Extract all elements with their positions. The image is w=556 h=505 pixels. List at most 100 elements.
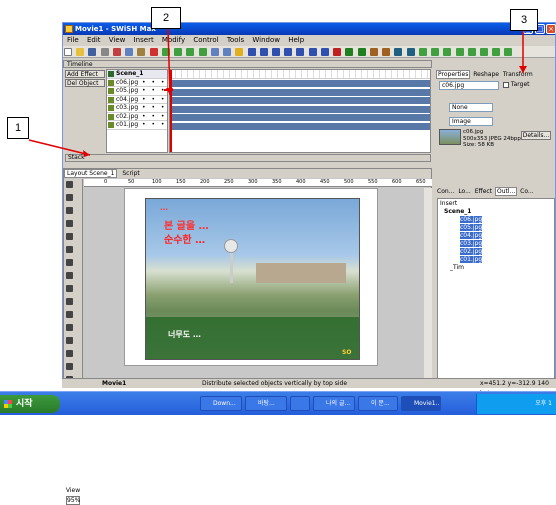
fill-style-select[interactable]: Image [449, 117, 493, 126]
help-icon[interactable] [235, 48, 244, 56]
task-my-writing[interactable]: 나의 글... [313, 396, 355, 411]
stage-photo[interactable]: … 본 글을 … 순수한 … 너무도 … SO [145, 198, 360, 360]
zoom-icon[interactable] [479, 48, 488, 56]
end-icon[interactable] [320, 48, 329, 56]
playhead[interactable] [170, 70, 172, 152]
bezier-tool-icon[interactable] [66, 285, 73, 292]
add-effect-button[interactable]: Add Effect [67, 71, 98, 78]
move-down-icon[interactable] [174, 48, 183, 56]
hand-tool-icon[interactable] [66, 363, 73, 370]
select-tool-icon[interactable] [66, 181, 73, 188]
task-doc[interactable]: 이 문... [358, 396, 398, 411]
menu-help[interactable]: Help [288, 36, 304, 44]
outline-item[interactable]: c05.jpg [460, 224, 483, 231]
tab-content[interactable]: Con... [436, 188, 455, 195]
outline-item[interactable]: c03.jpg [460, 240, 483, 247]
grid-icon[interactable] [431, 48, 440, 56]
frame-bar[interactable] [170, 122, 430, 130]
play-icon[interactable] [259, 48, 268, 56]
menu-window[interactable]: Window [252, 36, 280, 44]
menu-tools[interactable]: Tools [227, 36, 244, 44]
start-button[interactable]: 시작 [0, 395, 60, 413]
frame-bar[interactable] [170, 105, 430, 113]
export-icon[interactable] [345, 48, 354, 56]
step-back-icon[interactable] [296, 48, 305, 56]
rectangle-tool-icon[interactable] [66, 311, 73, 318]
details-button[interactable]: Details... [521, 131, 551, 140]
fill-transform-icon[interactable] [66, 220, 73, 227]
timeline-scene-row[interactable]: Scene_1 [107, 70, 167, 79]
publish-icon[interactable] [406, 48, 415, 56]
line-tool-icon[interactable] [66, 259, 73, 266]
send-back-icon[interactable] [198, 48, 207, 56]
browser-icon[interactable] [394, 48, 403, 56]
hand-icon[interactable] [492, 48, 501, 56]
status-tab[interactable]: Movie1 [102, 379, 126, 389]
tab-outline[interactable]: Outl... [494, 187, 518, 196]
frame-bar[interactable] [170, 114, 430, 121]
timeline-row[interactable]: c01.jpg • • • [107, 121, 167, 130]
subselect-tool-icon[interactable] [66, 194, 73, 201]
undo-icon[interactable] [210, 48, 219, 56]
snap-icon[interactable] [443, 48, 452, 56]
step-forward-icon[interactable] [308, 48, 317, 56]
vertical-scrollbar[interactable] [424, 188, 432, 378]
timeline-row[interactable]: c06.jpg • • • [107, 79, 167, 87]
button-tool-icon[interactable] [66, 350, 73, 357]
paste-icon[interactable] [137, 48, 146, 56]
tab-color[interactable]: Co... [519, 188, 534, 195]
task-down[interactable]: Down... [200, 396, 242, 411]
close-button[interactable]: × [546, 24, 556, 34]
frame-bar[interactable] [170, 97, 430, 104]
ellipse-tool-icon[interactable] [66, 324, 73, 331]
outline-item[interactable]: c04.jpg [460, 232, 483, 239]
frame-bar[interactable] [170, 80, 430, 87]
timeline-tab[interactable]: Timeline [67, 61, 93, 68]
effects-icon[interactable] [504, 48, 513, 56]
zoom-field[interactable]: 95% [66, 496, 80, 505]
html-icon[interactable] [382, 48, 391, 56]
task-movie1[interactable]: Movie1... [401, 396, 441, 411]
outline-item[interactable]: c02.jpg [460, 248, 483, 255]
ruler-icon[interactable] [455, 48, 464, 56]
tab-transform[interactable]: Transform [502, 71, 534, 78]
delete-icon[interactable] [149, 48, 158, 56]
task-desktop[interactable]: 바탕... [245, 396, 287, 411]
timeline-frames[interactable] [169, 69, 431, 153]
bring-front-icon[interactable] [186, 48, 195, 56]
tab-properties[interactable]: Properties [436, 70, 471, 79]
reshape-tool-icon[interactable] [66, 233, 73, 240]
motion-path-icon[interactable] [66, 246, 73, 253]
line-style-select[interactable]: None [449, 103, 493, 112]
target-checkbox[interactable] [503, 81, 509, 88]
test-icon[interactable] [357, 48, 366, 56]
insert-button[interactable]: Insert [438, 199, 554, 208]
record-icon[interactable] [333, 48, 342, 56]
menu-insert[interactable]: Insert [134, 36, 154, 44]
new-icon[interactable] [64, 48, 72, 56]
outline-scene[interactable]: Scene_1 [438, 208, 554, 216]
task-3[interactable] [290, 396, 310, 411]
timeline-row[interactable]: c03.jpg • • • [107, 104, 167, 113]
transform-tool-icon[interactable] [66, 207, 73, 214]
stop-icon[interactable] [247, 48, 256, 56]
redo-icon[interactable] [223, 48, 232, 56]
frame-bar[interactable] [170, 88, 430, 96]
rewind-icon[interactable] [284, 48, 293, 56]
outline-item[interactable]: c06.jpg [460, 216, 483, 223]
tab-layout[interactable]: Layout Scene_1 [64, 169, 118, 178]
stage-canvas[interactable]: … 본 글을 … 순수한 … 너무도 … SO [124, 188, 378, 366]
menu-edit[interactable]: Edit [87, 36, 101, 44]
timeline-row[interactable]: c05.jpg • • • [107, 87, 167, 96]
del-object-button[interactable]: Del Object [67, 80, 98, 87]
outline-item[interactable]: c01.jpg [460, 256, 483, 263]
print-icon[interactable] [100, 48, 109, 56]
save-icon[interactable] [88, 48, 97, 56]
play-scene-icon[interactable] [271, 48, 280, 56]
open-icon[interactable] [76, 48, 85, 56]
stack-button[interactable]: Stack [68, 154, 85, 161]
guide-icon[interactable] [467, 48, 476, 56]
pencil-tool-icon[interactable] [66, 272, 73, 279]
timeline-row[interactable]: c02.jpg • • • [107, 113, 167, 121]
timeline-row[interactable]: c04.jpg • • • [107, 96, 167, 104]
